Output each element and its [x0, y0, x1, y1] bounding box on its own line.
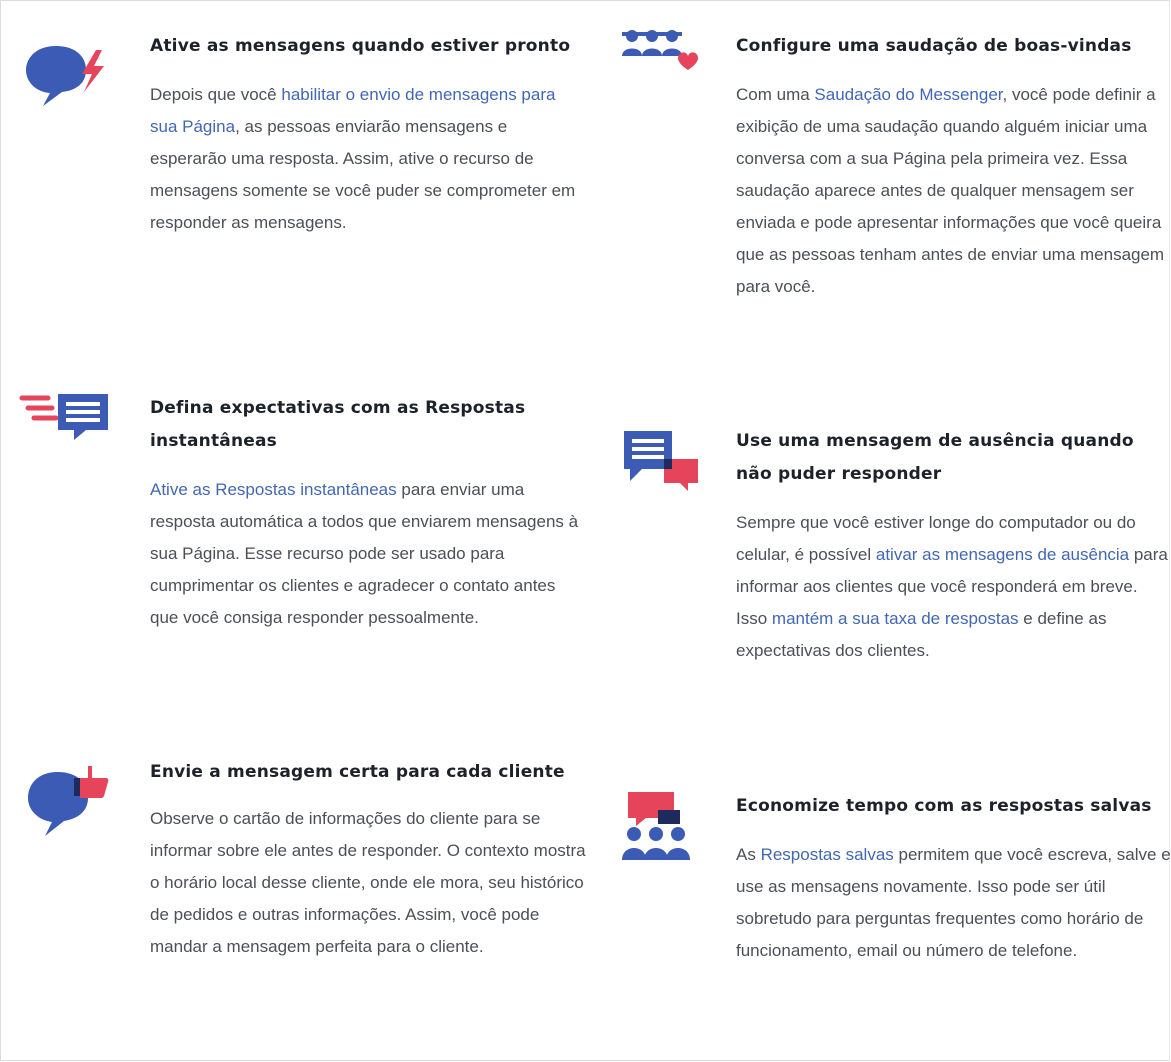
- feature-enable-messaging: Ative as mensagens quando estiver pronto…: [0, 20, 590, 340]
- feature-title: Configure uma saudação de boas-vindas: [736, 36, 1132, 56]
- feature-title: Ative as mensagens quando estiver pronto: [150, 36, 571, 56]
- body-text: Depois que você: [150, 85, 282, 104]
- feature-body: Observe o cartão de informações do clien…: [150, 803, 590, 963]
- feature-title: Defina expectativas com as Respostas ins…: [150, 398, 526, 451]
- feature-body: Com uma Saudação do Messenger, você pode…: [736, 79, 1171, 303]
- feature-title: Use uma mensagem de ausência quando não …: [736, 431, 1134, 484]
- chat-bubble-lightning-icon: [18, 30, 114, 106]
- feature-body: Depois que você habilitar o envio de men…: [150, 79, 580, 239]
- chat-bubble-thumbs-up-icon: [18, 756, 114, 836]
- messenger-greeting-link[interactable]: Saudação do Messenger: [814, 85, 1002, 104]
- body-text: Observe o cartão de informações do clien…: [150, 809, 586, 956]
- away-message-icon: [608, 425, 704, 501]
- saved-replies-link[interactable]: Respostas salvas: [761, 845, 894, 864]
- saved-replies-group-icon: [608, 786, 704, 862]
- instant-replies-link[interactable]: Ative as Respostas instantâneas: [150, 480, 397, 499]
- body-text: Com uma: [736, 85, 815, 104]
- feature-body: Sempre que você estiver longe do computa…: [736, 507, 1171, 667]
- feature-body: As Respostas salvas permitem que você es…: [736, 839, 1171, 967]
- feature-title: Economize tempo com as respostas salvas: [736, 796, 1152, 816]
- body-text: , você pode definir a exibição de uma sa…: [736, 85, 1165, 296]
- feature-welcome-greeting: Configure uma saudação de boas-vindas Co…: [600, 20, 1171, 390]
- feature-saved-replies: Economize tempo com as respostas salvas …: [600, 780, 1171, 1062]
- feature-instant-replies: Defina expectativas com as Respostas ins…: [0, 380, 590, 710]
- body-text: As: [736, 845, 761, 864]
- feature-body: Ative as Respostas instantâneas para env…: [150, 474, 580, 634]
- feature-away-message: Use uma mensagem de ausência quando não …: [600, 415, 1171, 765]
- people-heart-icon: [608, 26, 704, 102]
- body-text: para enviar uma resposta automática a to…: [150, 480, 579, 627]
- instant-reply-icon: [18, 388, 114, 464]
- response-rate-link[interactable]: mantém a sua taxa de respostas: [772, 609, 1019, 628]
- feature-title: Envie a mensagem certa para cada cliente: [150, 762, 565, 782]
- feature-right-message: Envie a mensagem certa para cada cliente…: [0, 750, 590, 1060]
- away-messages-link[interactable]: ativar as mensagens de ausência: [876, 545, 1129, 564]
